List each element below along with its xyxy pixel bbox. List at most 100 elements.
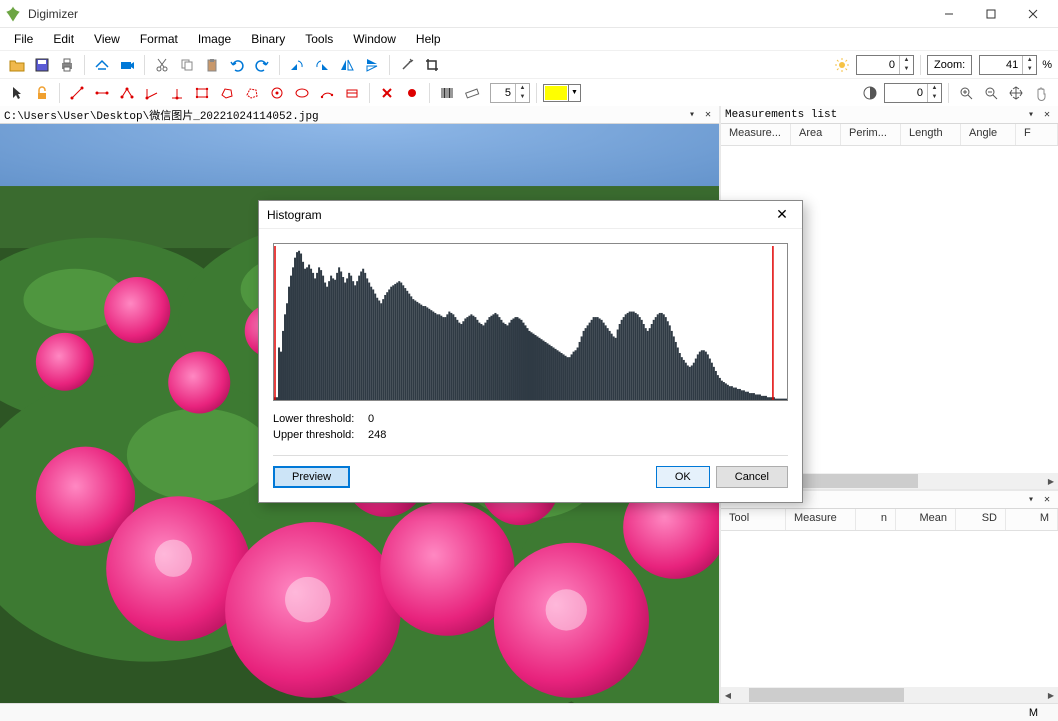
toolbar-tools: ▲▼ ▼ ▲▼ xyxy=(0,78,1058,106)
save-button[interactable] xyxy=(31,54,53,76)
size-input[interactable] xyxy=(491,87,515,99)
arc-tool[interactable] xyxy=(316,82,338,104)
col-mean[interactable]: Mean xyxy=(896,509,956,530)
scanner-button[interactable] xyxy=(91,54,113,76)
panel-menu-icon[interactable]: ▾ xyxy=(685,108,699,122)
rotate-right-button[interactable] xyxy=(311,54,333,76)
menu-edit[interactable]: Edit xyxy=(43,30,84,48)
dialog-close-button[interactable]: ✕ xyxy=(770,203,794,227)
col-n[interactable]: n xyxy=(856,509,896,530)
cut-button[interactable] xyxy=(151,54,173,76)
col-m[interactable]: M xyxy=(1006,509,1058,530)
brightness-input[interactable] xyxy=(857,59,899,71)
col-length[interactable]: Length xyxy=(901,124,961,145)
redo-button[interactable] xyxy=(251,54,273,76)
angle-tool[interactable] xyxy=(141,82,163,104)
zoom-spinner[interactable]: ▲▼ xyxy=(979,55,1037,75)
flip-v-button[interactable] xyxy=(361,54,383,76)
zoom-input[interactable] xyxy=(980,59,1022,71)
copy-button[interactable] xyxy=(176,54,198,76)
pointer-tool[interactable] xyxy=(6,82,28,104)
contrast-spinner[interactable]: ▲▼ xyxy=(884,83,942,103)
closed-path-tool[interactable] xyxy=(241,82,263,104)
separator xyxy=(536,83,537,103)
menu-help[interactable]: Help xyxy=(406,30,451,48)
menu-binary[interactable]: Binary xyxy=(241,30,295,48)
col-sd[interactable]: SD xyxy=(956,509,1006,530)
open-button[interactable] xyxy=(6,54,28,76)
col-area[interactable]: Area xyxy=(791,124,841,145)
col-f[interactable]: F xyxy=(1016,124,1058,145)
col-measure2[interactable]: Measure xyxy=(786,509,856,530)
scroll-right-icon[interactable]: ▶ xyxy=(1044,474,1058,488)
image-path: C:\Users\User\Desktop\微信图片_2022102411405… xyxy=(4,107,683,123)
path-tool[interactable] xyxy=(116,82,138,104)
perp-tool[interactable] xyxy=(166,82,188,104)
crop-button[interactable] xyxy=(421,54,443,76)
panel-close-icon[interactable]: ✕ xyxy=(1040,108,1054,122)
length-tool[interactable] xyxy=(66,82,88,104)
camera-button[interactable] xyxy=(116,54,138,76)
ruler-tool[interactable] xyxy=(461,82,483,104)
stats-body[interactable] xyxy=(721,531,1058,687)
minimize-button[interactable] xyxy=(928,1,970,27)
contrast-input[interactable] xyxy=(885,87,927,99)
brightness-spinner[interactable]: ▲▼ xyxy=(856,55,914,75)
rect-tool[interactable] xyxy=(191,82,213,104)
delete-tool[interactable] xyxy=(376,82,398,104)
separator xyxy=(429,83,430,103)
menu-view[interactable]: View xyxy=(84,30,130,48)
undo-button[interactable] xyxy=(226,54,248,76)
color-dropdown-icon[interactable]: ▼ xyxy=(568,85,580,101)
scroll-right-icon[interactable]: ▶ xyxy=(1044,688,1058,702)
paste-button[interactable] xyxy=(201,54,223,76)
scroll-thumb[interactable] xyxy=(749,688,904,702)
rotate-left-button[interactable] xyxy=(286,54,308,76)
col-tool[interactable]: Tool xyxy=(721,509,786,530)
pan-button[interactable] xyxy=(1005,82,1027,104)
menu-image[interactable]: Image xyxy=(188,30,241,48)
hand-button[interactable] xyxy=(1030,82,1052,104)
poly-tool[interactable] xyxy=(216,82,238,104)
menu-window[interactable]: Window xyxy=(343,30,406,48)
point-tool[interactable] xyxy=(401,82,423,104)
circle-center-tool[interactable] xyxy=(266,82,288,104)
maximize-button[interactable] xyxy=(970,1,1012,27)
panel-close-icon[interactable]: ✕ xyxy=(701,108,715,122)
col-measure[interactable]: Measure... xyxy=(721,124,791,145)
scroll-left-icon[interactable]: ◀ xyxy=(721,688,735,702)
separator xyxy=(279,55,280,75)
status-mode: M xyxy=(1029,707,1038,719)
measurements-title: Measurements list xyxy=(725,109,1022,121)
col-perim[interactable]: Perim... xyxy=(841,124,901,145)
stats-scrollbar[interactable]: ◀ ▶ xyxy=(721,687,1058,703)
print-button[interactable] xyxy=(56,54,78,76)
col-angle[interactable]: Angle xyxy=(961,124,1016,145)
wand-button[interactable] xyxy=(396,54,418,76)
cancel-button[interactable]: Cancel xyxy=(716,466,788,488)
marker-tool[interactable] xyxy=(341,82,363,104)
menu-file[interactable]: File xyxy=(4,30,43,48)
preview-button[interactable]: Preview xyxy=(273,466,350,488)
ellipse-tool[interactable] xyxy=(291,82,313,104)
segment-tool[interactable] xyxy=(91,82,113,104)
lock-button[interactable] xyxy=(31,82,53,104)
histogram-chart[interactable] xyxy=(273,243,788,401)
panel-close-icon[interactable]: ✕ xyxy=(1040,493,1054,507)
zoom-in-button[interactable] xyxy=(955,82,977,104)
flip-h-button[interactable] xyxy=(336,54,358,76)
color-picker[interactable]: ▼ xyxy=(543,84,581,102)
menu-tools[interactable]: Tools xyxy=(295,30,343,48)
zoom-out-button[interactable] xyxy=(980,82,1002,104)
ok-button[interactable]: OK xyxy=(656,466,710,488)
upper-threshold-row: Upper threshold: 248 xyxy=(273,429,788,441)
close-button[interactable] xyxy=(1012,1,1054,27)
statusbar: M xyxy=(0,703,1058,721)
dialog-titlebar[interactable]: Histogram ✕ xyxy=(259,201,802,229)
size-spinner[interactable]: ▲▼ xyxy=(490,83,530,103)
panel-menu-icon[interactable]: ▾ xyxy=(1024,493,1038,507)
contrast-icon xyxy=(859,82,881,104)
menu-format[interactable]: Format xyxy=(130,30,188,48)
panel-menu-icon[interactable]: ▾ xyxy=(1024,108,1038,122)
barcode-tool[interactable] xyxy=(436,82,458,104)
